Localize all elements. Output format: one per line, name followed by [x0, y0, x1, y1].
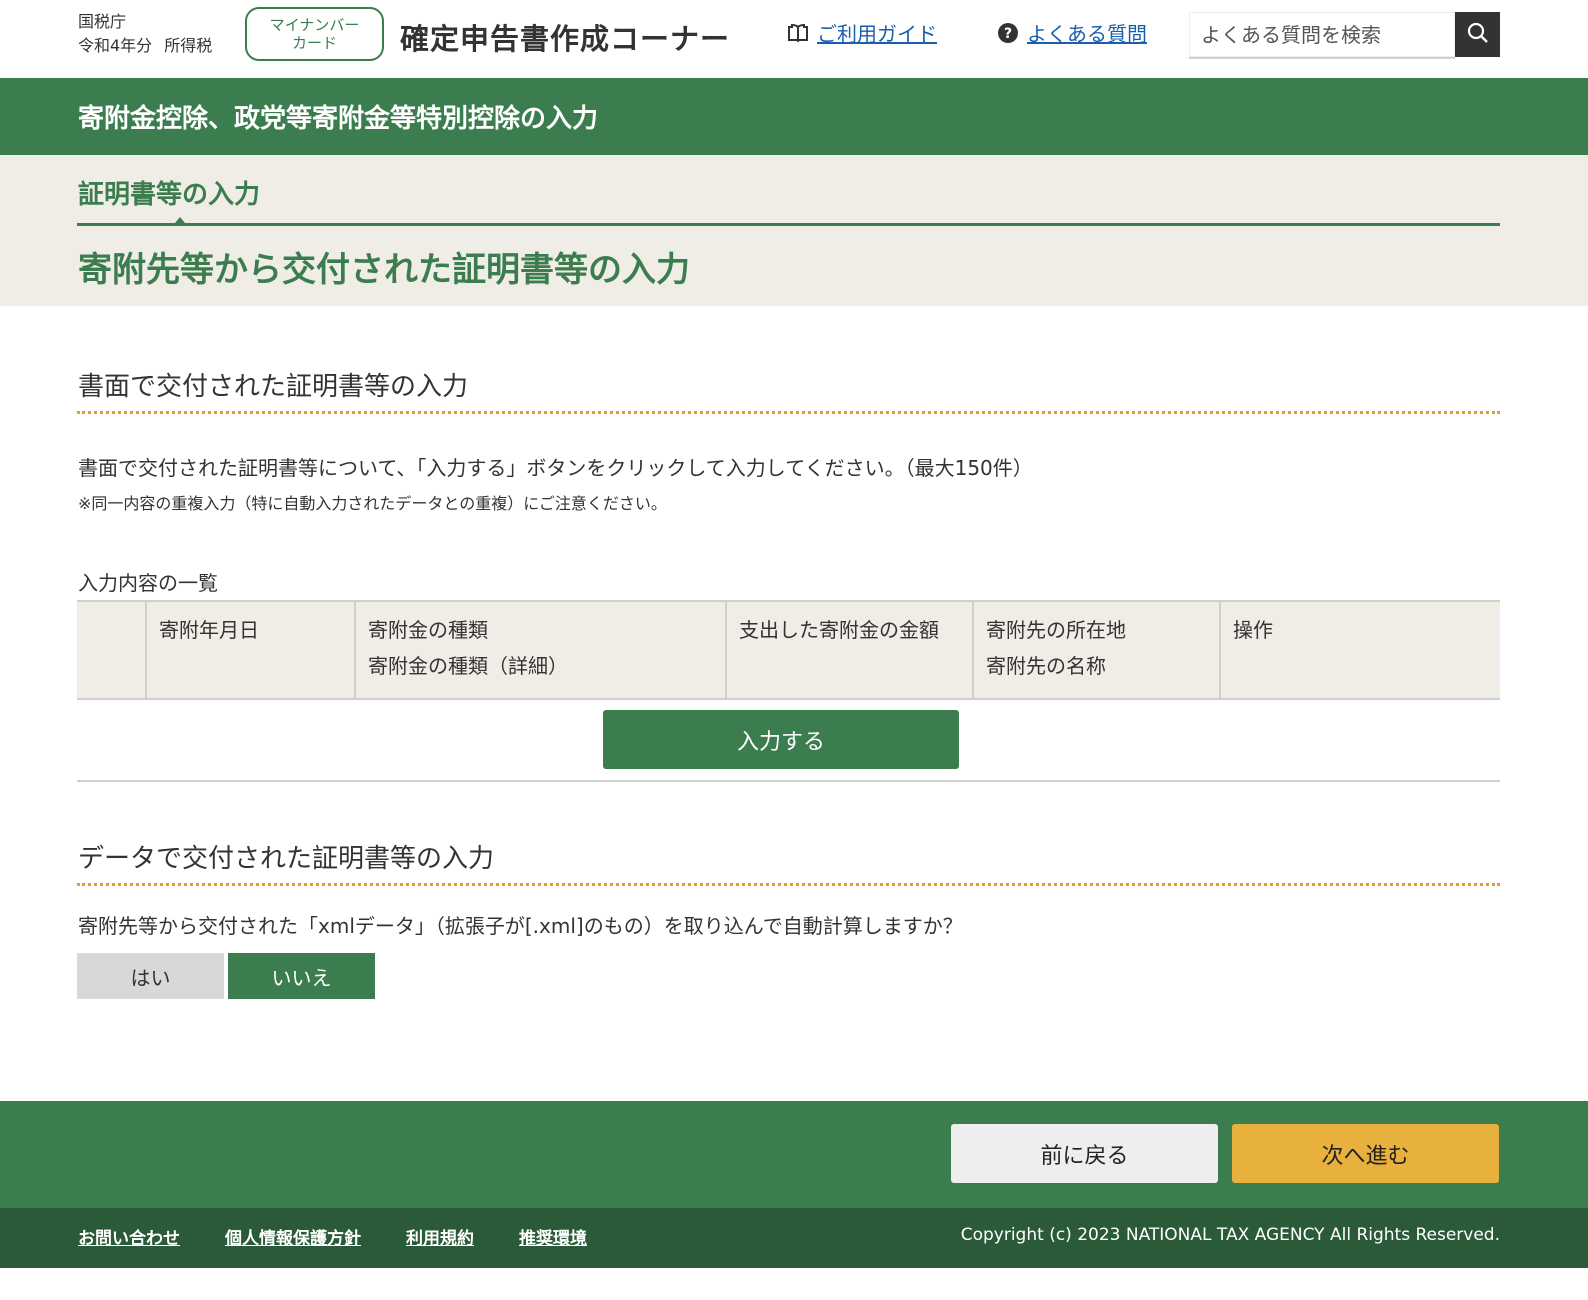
col-header-date: 寄附年月日 — [145, 600, 355, 700]
footer-link-contact[interactable]: お問い合わせ — [78, 1224, 180, 1249]
current-step: 証明書等の入力 — [78, 180, 261, 210]
paper-section-divider — [77, 411, 1500, 414]
add-entry-button[interactable]: 入力する — [603, 710, 959, 769]
paper-section-title: 書面で交付された証明書等の入力 — [78, 372, 469, 402]
usage-guide-link[interactable]: ご利用ガイド — [787, 18, 937, 47]
xml-import-yes-button[interactable]: はい — [77, 953, 224, 999]
faq-link[interactable]: ? よくある質問 — [997, 18, 1147, 47]
svg-text:?: ? — [1004, 26, 1012, 42]
col-header-type: 寄附金の種類 寄附金の種類（詳細） — [354, 600, 726, 700]
xml-import-no-button[interactable]: いいえ — [228, 953, 375, 999]
faq-label: よくある質問 — [1027, 22, 1147, 46]
col-header-date-label: 寄附年月日 — [159, 618, 259, 642]
col-header-recipient: 寄附先の所在地 寄附先の名称 — [972, 600, 1220, 700]
table-header-row: 寄附年月日 寄附金の種類 寄附金の種類（詳細） 支出した寄附金の金額 寄附先の所… — [77, 600, 1500, 700]
tax-type: 所得税 — [164, 36, 213, 55]
paper-section-description: 書面で交付された証明書等について、「入力する」ボタンをクリックして入力してくださ… — [78, 456, 1033, 480]
footer-links: お問い合わせ 個人情報保護方針 利用規約 推奨環境 — [78, 1224, 587, 1249]
mynumber-card-button[interactable]: マイナンバー カード — [245, 7, 384, 61]
input-list-table: 寄附年月日 寄附金の種類 寄附金の種類（詳細） 支出した寄附金の金額 寄附先の所… — [77, 600, 1500, 700]
data-section-title: データで交付された証明書等の入力 — [78, 844, 495, 874]
footer-link-terms[interactable]: 利用規約 — [406, 1224, 474, 1249]
paper-section-bottom-divider — [77, 780, 1500, 782]
input-list-label: 入力内容の一覧 — [78, 571, 218, 595]
duplicate-warning-note: ※同一内容の重複入力（特に自動入力されたデータとの重複）にご注意ください。 — [78, 494, 667, 513]
footer-link-environment[interactable]: 推奨環境 — [519, 1224, 587, 1249]
footer-navigation: 前に戻る 次へ進む — [0, 1101, 1588, 1208]
xml-import-question: 寄附先等から交付された「xmlデータ」（拡張子が[.xml]のもの）を取り込んで… — [78, 914, 963, 938]
copyright: Copyright (c) 2023 NATIONAL TAX AGENCY A… — [960, 1225, 1500, 1245]
org-name: 国税庁 — [78, 12, 127, 31]
mynumber-label-2: カード — [291, 34, 337, 52]
faq-search-input[interactable] — [1189, 12, 1455, 59]
search-button[interactable] — [1455, 12, 1500, 57]
col-header-actions-label: 操作 — [1233, 618, 1273, 642]
book-icon — [787, 23, 809, 43]
next-button[interactable]: 次へ進む — [1232, 1124, 1499, 1183]
mynumber-label-1: マイナンバー — [269, 16, 360, 34]
col-header-name-label: 寄附先の名称 — [986, 654, 1106, 678]
col-header-address-label: 寄附先の所在地 — [986, 618, 1126, 642]
page-title: 寄附先等から交付された証明書等の入力 — [78, 250, 690, 290]
col-header-actions: 操作 — [1219, 600, 1500, 700]
faq-search — [1189, 12, 1500, 59]
col-header-type-detail-label: 寄附金の種類（詳細） — [368, 654, 568, 678]
data-section-divider — [77, 883, 1500, 886]
back-button[interactable]: 前に戻る — [951, 1124, 1218, 1183]
site-title: 確定申告書作成コーナー — [400, 22, 731, 56]
section-title-bar: 寄附金控除、政党等寄附金等特別控除の入力 — [0, 78, 1588, 155]
search-icon — [1467, 22, 1489, 47]
org-info: 国税庁 令和4年分 所得税 — [78, 10, 224, 58]
step-header: 証明書等の入力 寄附先等から交付された証明書等の入力 — [0, 155, 1588, 306]
site-footer: お問い合わせ 個人情報保護方針 利用規約 推奨環境 Copyright (c) … — [0, 1208, 1588, 1268]
step-divider — [77, 223, 1500, 226]
section-title: 寄附金控除、政党等寄附金等特別控除の入力 — [78, 104, 599, 134]
tax-year: 令和4年分 — [78, 36, 153, 55]
question-circle-icon: ? — [997, 22, 1019, 44]
col-header-amount: 支出した寄附金の金額 — [725, 600, 973, 700]
site-header: 国税庁 令和4年分 所得税 マイナンバー カード 確定申告書作成コーナー ご利用ガ… — [0, 0, 1588, 78]
col-header-amount-label: 支出した寄附金の金額 — [739, 618, 939, 642]
col-header-type-label: 寄附金の種類 — [368, 618, 488, 642]
footer-link-privacy[interactable]: 個人情報保護方針 — [225, 1224, 361, 1249]
col-header-index — [77, 600, 146, 700]
usage-guide-label: ご利用ガイド — [817, 22, 937, 46]
